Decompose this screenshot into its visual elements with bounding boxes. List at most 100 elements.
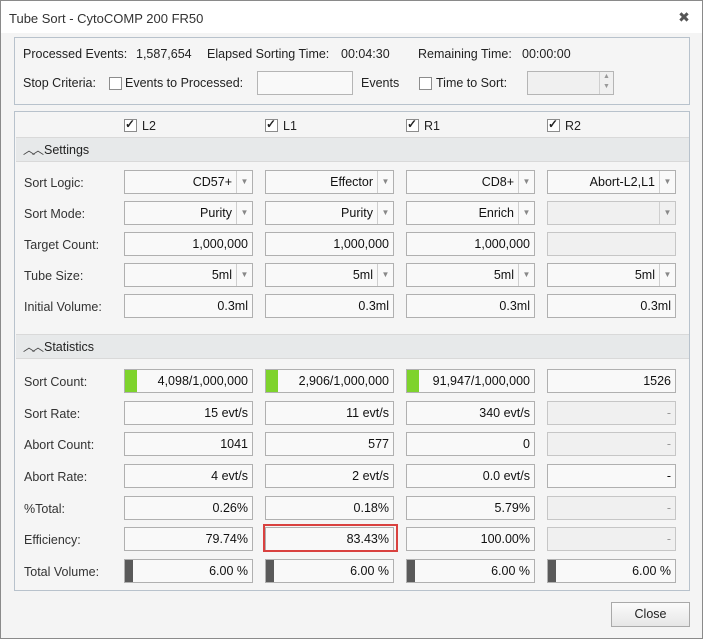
elapsed-time-value: 00:04:30 <box>341 47 390 61</box>
sort-logic-select-r1[interactable]: CD8+ ▼ <box>406 170 535 194</box>
processed-events-value: 1,587,654 <box>136 47 192 61</box>
close-icon[interactable]: ✖ <box>676 9 692 25</box>
tube-l1-checkbox[interactable] <box>265 117 278 132</box>
events-to-process-input[interactable] <box>257 71 353 95</box>
sort-mode-select-r2[interactable]: ▼ <box>547 201 676 225</box>
tube-size-select-r2[interactable]: 5ml ▼ <box>547 263 676 287</box>
tube-r2-checkbox[interactable] <box>547 117 560 132</box>
initial-volume-input-l1[interactable]: 0.3ml <box>265 294 394 318</box>
sort-rate-l1: 11 evt/s <box>265 401 394 425</box>
abort-rate-r1: 0.0 evt/s <box>406 464 535 488</box>
dropdown-arrow-icon[interactable]: ▼ <box>236 264 252 286</box>
sort-rate-label: Sort Rate: <box>24 407 81 421</box>
settings-section-header[interactable]: ︿︿ Settings <box>16 137 689 162</box>
target-count-input-r1[interactable]: 1,000,000 <box>406 232 535 256</box>
percent-total-r1: 5.79% <box>406 496 535 520</box>
volume-bar <box>266 560 274 582</box>
total-volume-r1: 6.00 % <box>406 559 535 583</box>
stop-criteria-label: Stop Criteria: <box>23 76 96 90</box>
percent-total-l1: 0.18% <box>265 496 394 520</box>
dropdown-arrow-icon[interactable]: ▼ <box>518 264 534 286</box>
sort-mode-label: Sort Mode: <box>24 207 86 221</box>
initial-volume-input-r1[interactable]: 0.3ml <box>406 294 535 318</box>
target-count-input-r2[interactable] <box>547 232 676 256</box>
sort-mode-select-r1[interactable]: Enrich ▼ <box>406 201 535 225</box>
abort-count-r1: 0 <box>406 432 535 456</box>
time-to-sort-label: Time to Sort: <box>436 76 508 90</box>
events-unit-label: Events <box>361 76 400 90</box>
dropdown-arrow-icon[interactable]: ▼ <box>518 171 534 193</box>
total-volume-label: Total Volume: <box>24 565 100 579</box>
settings-title: Settings <box>44 143 90 157</box>
collapse-chevron-icon[interactable]: ︿︿ <box>23 141 44 158</box>
tube-grid-panel: L2 L1 R1 R2 ︿︿ Settings Sort Logic: CD57… <box>14 111 690 591</box>
dropdown-arrow-icon[interactable]: ▼ <box>377 264 393 286</box>
abort-rate-r2: - <box>547 464 676 488</box>
abort-count-r2: - <box>547 432 676 456</box>
abort-count-l2: 1041 <box>124 432 253 456</box>
tube-r2-label: R2 <box>565 119 581 133</box>
abort-rate-label: Abort Rate: <box>24 470 88 484</box>
dropdown-arrow-icon[interactable]: ▼ <box>659 171 675 193</box>
sort-count-r2: 1526 <box>547 369 676 393</box>
sort-logic-select-l2[interactable]: CD57+ ▼ <box>124 170 253 194</box>
sort-count-l1: 2,906/1,000,000 <box>265 369 394 393</box>
efficiency-highlight-box <box>263 524 398 552</box>
dropdown-arrow-icon[interactable]: ▼ <box>377 171 393 193</box>
tube-size-select-r1[interactable]: 5ml ▼ <box>406 263 535 287</box>
dropdown-arrow-icon[interactable]: ▼ <box>659 264 675 286</box>
total-volume-l2: 6.00 % <box>124 559 253 583</box>
initial-volume-input-l2[interactable]: 0.3ml <box>124 294 253 318</box>
sort-logic-select-r2[interactable]: Abort-L2,L1 ▼ <box>547 170 676 194</box>
sort-rate-r2: - <box>547 401 676 425</box>
sort-count-progress <box>407 370 419 392</box>
sort-logic-select-l1[interactable]: Effector ▼ <box>265 170 394 194</box>
target-count-input-l1[interactable]: 1,000,000 <box>265 232 394 256</box>
sort-count-progress <box>266 370 278 392</box>
initial-volume-label: Initial Volume: <box>24 300 102 314</box>
dropdown-arrow-icon[interactable]: ▼ <box>236 171 252 193</box>
target-count-input-l2[interactable]: 1,000,000 <box>124 232 253 256</box>
title-bar: Tube Sort - CytoCOMP 200 FR50 ✖ <box>1 1 702 33</box>
window-title: Tube Sort - CytoCOMP 200 FR50 <box>9 11 204 26</box>
time-to-sort-checkbox[interactable] <box>419 77 432 90</box>
sort-count-l2: 4,098/1,000,000 <box>124 369 253 393</box>
tube-size-select-l1[interactable]: 5ml ▼ <box>265 263 394 287</box>
tube-l2-checkbox[interactable] <box>124 117 137 132</box>
statistics-title: Statistics <box>44 340 95 354</box>
processed-events-label: Processed Events: <box>23 47 128 61</box>
statistics-section-header[interactable]: ︿︿ Statistics <box>16 334 689 359</box>
dropdown-arrow-icon[interactable]: ▼ <box>236 202 252 224</box>
tube-size-label: Tube Size: <box>24 269 84 283</box>
elapsed-time-label: Elapsed Sorting Time: <box>207 47 330 61</box>
target-count-label: Target Count: <box>24 238 100 252</box>
total-volume-r2: 6.00 % <box>547 559 676 583</box>
collapse-chevron-icon[interactable]: ︿︿ <box>23 338 44 355</box>
sort-mode-select-l1[interactable]: Purity ▼ <box>265 201 394 225</box>
initial-volume-input-r2[interactable]: 0.3ml <box>547 294 676 318</box>
sort-logic-label: Sort Logic: <box>24 176 84 190</box>
tube-r1-checkbox[interactable] <box>406 117 419 132</box>
tube-l1-label: L1 <box>283 119 297 133</box>
close-button[interactable]: Close <box>611 602 690 627</box>
events-to-process-checkbox[interactable] <box>109 77 122 90</box>
sort-mode-select-l2[interactable]: Purity ▼ <box>124 201 253 225</box>
time-to-sort-spinner[interactable]: ▲ ▼ <box>527 71 614 95</box>
dropdown-arrow-icon[interactable]: ▼ <box>518 202 534 224</box>
efficiency-label: Efficiency: <box>24 533 81 547</box>
status-panel: Processed Events: 1,587,654 Elapsed Sort… <box>14 37 690 105</box>
sort-count-r1: 91,947/1,000,000 <box>406 369 535 393</box>
tube-size-select-l2[interactable]: 5ml ▼ <box>124 263 253 287</box>
spinner-arrows-icon[interactable]: ▲ ▼ <box>599 72 613 94</box>
sort-rate-l2: 15 evt/s <box>124 401 253 425</box>
tube-r1-label: R1 <box>424 119 440 133</box>
total-volume-l1: 6.00 % <box>265 559 394 583</box>
events-to-process-label: Events to Processed: <box>125 76 244 90</box>
efficiency-l2: 79.74% <box>124 527 253 551</box>
abort-rate-l2: 4 evt/s <box>124 464 253 488</box>
volume-bar <box>407 560 415 582</box>
dropdown-arrow-icon[interactable]: ▼ <box>377 202 393 224</box>
efficiency-r1: 100.00% <box>406 527 535 551</box>
percent-total-label: %Total: <box>24 502 65 516</box>
dropdown-arrow-icon[interactable]: ▼ <box>659 202 675 224</box>
